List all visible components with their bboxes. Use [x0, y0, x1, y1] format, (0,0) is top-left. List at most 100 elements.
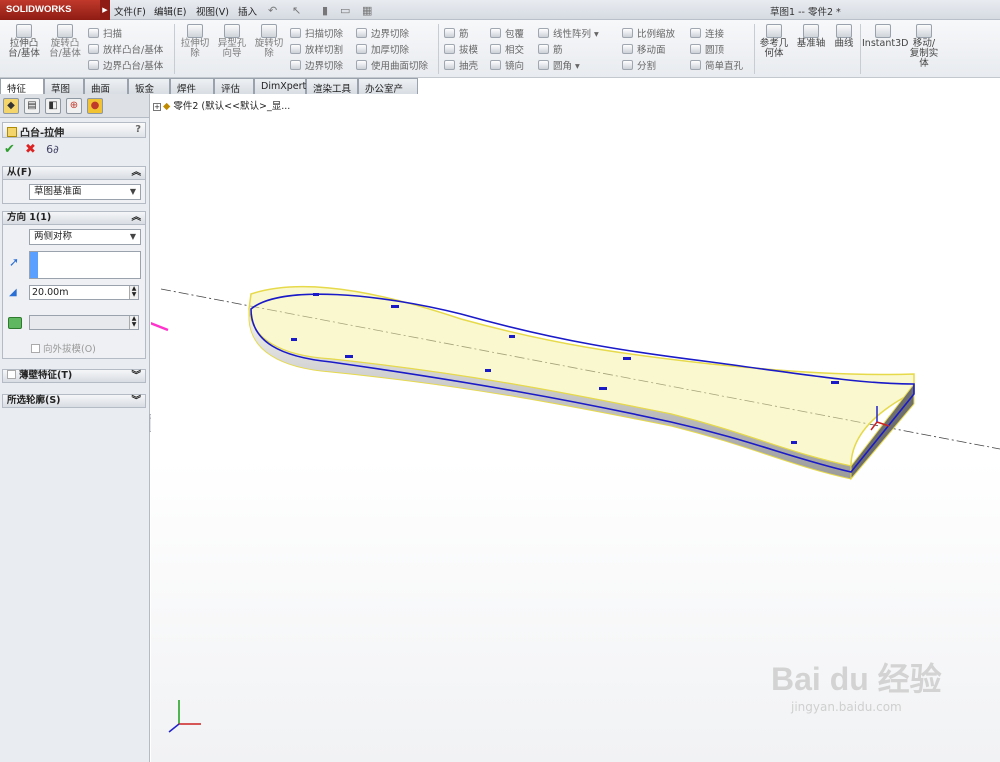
boundary-cut-2-icon	[356, 28, 367, 38]
menu-expand-icon[interactable]: ▶	[100, 0, 110, 20]
dome-button[interactable]: 圆顶	[690, 42, 724, 56]
revolve-boss-button[interactable]: 旋转凸 台/基体	[46, 24, 84, 59]
lofted-cut-button[interactable]: 放样切割	[290, 42, 343, 56]
move-face-button[interactable]: 移动面	[622, 42, 666, 56]
menu-edit[interactable]: 编辑(E)	[154, 4, 186, 18]
simple-hole-button[interactable]: 简单直孔	[690, 58, 743, 72]
expand-icon[interactable]: ︾	[131, 395, 141, 407]
loft-boss-button[interactable]: 放样凸台/基体	[88, 42, 163, 56]
draft-toggle-icon[interactable]	[8, 317, 22, 329]
direction-arrow-icon: ➚	[9, 255, 20, 269]
intersect-button[interactable]: 相交	[490, 42, 524, 56]
select-icon[interactable]: ↖	[292, 4, 301, 17]
cancel-icon[interactable]: ✖	[25, 142, 36, 157]
menu-file[interactable]: 文件(F)	[114, 4, 146, 18]
tab-evaluate[interactable]: 评估	[214, 78, 254, 95]
tab-weldments[interactable]: 焊件	[170, 78, 214, 95]
thin-feature-checkbox[interactable]	[7, 370, 19, 381]
wrap-button[interactable]: 包覆	[490, 26, 524, 40]
checkbox-box[interactable]	[31, 344, 40, 353]
instant3d-button[interactable]: Instant3D	[862, 24, 908, 49]
feature-manager-icon[interactable]: ◆	[3, 98, 19, 114]
undo-icon[interactable]: ↶	[268, 4, 277, 17]
boundary-boss-button[interactable]: 边界凸台/基体	[88, 58, 163, 72]
from-select[interactable]: 草图基准面 ▼	[29, 184, 141, 200]
from-group-header[interactable]: 从(F) ︽	[2, 166, 146, 180]
direction-reference-field[interactable]	[29, 251, 141, 279]
revolve-boss-icon	[57, 24, 73, 38]
thin-feature-group-header[interactable]: 薄壁特征(T) ︾	[2, 369, 146, 383]
tab-office-products[interactable]: 办公室产品	[358, 78, 418, 109]
tab-features[interactable]: 特征	[0, 78, 44, 95]
depth-input[interactable]: 20.00m ▲ ▼	[29, 285, 139, 300]
rib-button[interactable]: 筋	[444, 26, 469, 40]
dimxpert-manager-icon[interactable]: ⊕	[66, 98, 82, 114]
draft-button[interactable]: 拔模	[444, 42, 478, 56]
preview-icon[interactable]: 6∂	[46, 143, 59, 156]
collapse-icon[interactable]: ︽	[131, 212, 141, 224]
menu-insert[interactable]: 插入	[238, 4, 257, 18]
menu-view[interactable]: 视图(V)	[196, 4, 229, 18]
tab-sketch[interactable]: 草图	[44, 78, 84, 95]
fillet-button[interactable]: 圆角 ▾	[538, 58, 580, 72]
shell-button[interactable]: 抽壳	[444, 58, 478, 72]
graphics-area[interactable]: +◆ 零件2 (默认<<默认>_显... ⌂⊙↺▣◪◆◎●▲▬	[151, 94, 1000, 762]
help-icon[interactable]: ?	[135, 124, 141, 135]
display-manager-icon[interactable]: ●	[87, 98, 103, 114]
tab-render-tools[interactable]: 渲染工具	[306, 78, 358, 95]
depth-spinner[interactable]: ▲ ▼	[129, 286, 138, 299]
swept-cut-button[interactable]: 扫描切除	[290, 26, 343, 40]
sweep-button[interactable]: 扫描	[88, 26, 122, 40]
expand-icon[interactable]: ︾	[131, 370, 141, 382]
tab-surfaces[interactable]: 曲面	[84, 78, 128, 95]
fillet-icon	[538, 60, 549, 70]
move-copy-body-button[interactable]: 移动/ 复制实 体	[906, 24, 942, 69]
toolbar-separator	[174, 24, 175, 74]
intersect-icon	[490, 44, 501, 54]
property-manager-icon[interactable]: ▤	[24, 98, 40, 114]
scale-icon	[622, 28, 633, 38]
hole-wizard-button[interactable]: 异型孔 向导	[214, 24, 250, 59]
revolve-cut-button[interactable]: 旋转切 除	[252, 24, 286, 59]
direction1-group-header[interactable]: 方向 1(1) ︽	[2, 211, 146, 225]
chevron-down-icon: ▼	[129, 232, 136, 241]
join-button[interactable]: 连接	[690, 26, 724, 40]
ok-icon[interactable]: ✔	[4, 142, 15, 157]
boundary-cut-2-button[interactable]: 边界切除	[356, 26, 409, 40]
surface-cut-icon	[356, 60, 367, 70]
linear-pattern-button[interactable]: 线性阵列 ▾	[538, 26, 599, 40]
solidworks-logo[interactable]: SOLIDWORKS	[0, 0, 100, 20]
tab-dimxpert[interactable]: DimXpert	[254, 78, 306, 94]
collapse-icon[interactable]: ︽	[131, 167, 141, 179]
surface-cut-button[interactable]: 使用曲面切除	[356, 58, 428, 72]
rib-2-icon	[538, 44, 549, 54]
thicken-cut-button[interactable]: 加厚切除	[356, 42, 409, 56]
rib-2-button[interactable]: 筋	[538, 42, 563, 56]
tab-sheet-metal[interactable]: 钣金	[128, 78, 170, 95]
depth-icon: ◢	[9, 287, 17, 298]
boundary-cut-button[interactable]: 边界切除	[290, 58, 343, 72]
mirror-button[interactable]: 镜向	[490, 58, 524, 72]
curves-icon	[836, 24, 852, 38]
configuration-manager-icon[interactable]: ◧	[45, 98, 61, 114]
file-properties-icon[interactable]: ▭	[340, 4, 350, 17]
split-button[interactable]: 分割	[622, 58, 656, 72]
axis-button[interactable]: 基准轴	[794, 24, 828, 49]
rebuild-icon[interactable]: ▮	[322, 4, 328, 17]
curves-button[interactable]: 曲线	[830, 24, 858, 49]
draft-angle-input[interactable]: ▲ ▼	[29, 315, 139, 330]
draft-outward-checkbox[interactable]: 向外拔模(O)	[31, 341, 96, 355]
extrude-boss-button[interactable]: 拉伸凸 台/基体	[6, 24, 42, 59]
draft-spinner[interactable]: ▲ ▼	[129, 316, 138, 329]
selection-color-swatch	[30, 252, 38, 278]
chevron-down-icon: ▼	[129, 187, 136, 196]
extrude-cut-button[interactable]: 拉伸切 除	[178, 24, 212, 59]
options-icon[interactable]: ▦	[362, 4, 372, 17]
scale-button[interactable]: 比例缩放	[622, 26, 675, 40]
reference-geometry-button[interactable]: 参考几 何体	[756, 24, 792, 59]
end-condition-select[interactable]: 两侧对称 ▼	[29, 229, 141, 245]
move-face-icon	[622, 44, 633, 54]
rib-icon	[444, 28, 455, 38]
selected-contours-group-header[interactable]: 所选轮廓(S) ︾	[2, 394, 146, 408]
extrude-cut-icon	[187, 24, 203, 38]
